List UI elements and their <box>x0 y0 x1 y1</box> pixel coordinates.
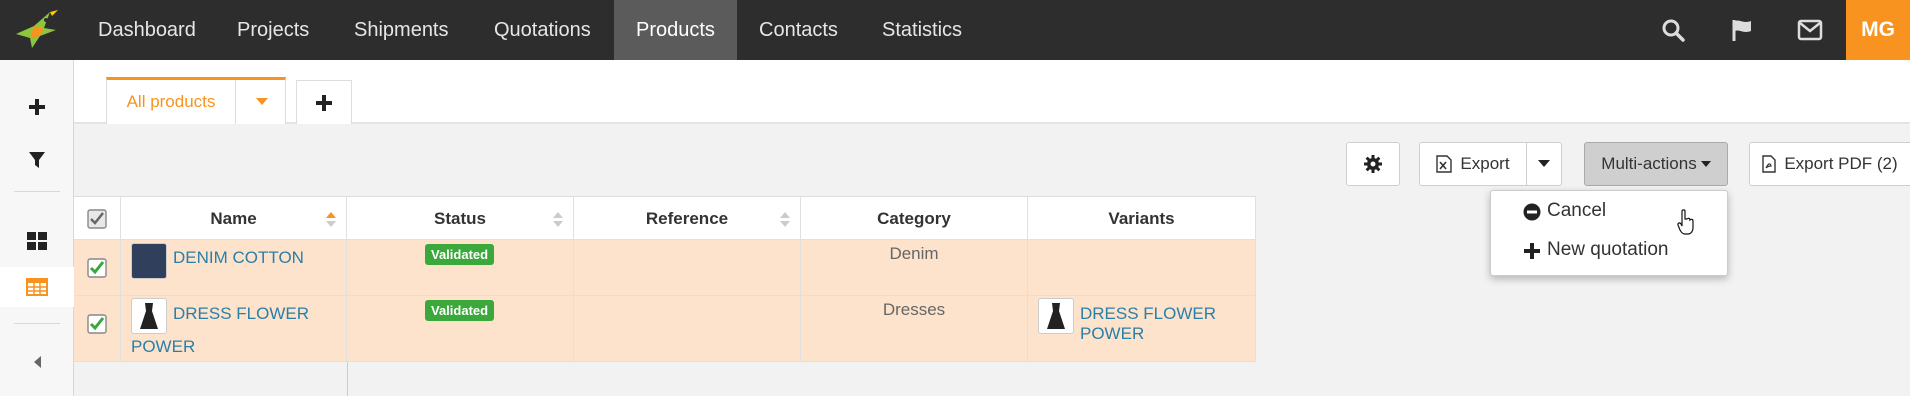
variant-link[interactable]: DRESS FLOWER POWER <box>1080 304 1255 344</box>
select-all-checkbox[interactable] <box>87 209 107 229</box>
sort-ascending-icon[interactable] <box>326 210 336 228</box>
name-cell: DRESS FLOWER POWER <box>121 296 347 361</box>
table-header: Name Status Reference Category Variants <box>74 196 1256 240</box>
multi-actions-menu: Cancel New quotation <box>1490 190 1728 276</box>
export-button[interactable]: Export <box>1419 142 1527 186</box>
excel-file-icon <box>1436 155 1453 173</box>
export-pdf-button[interactable]: Export PDF (2) <box>1749 142 1910 186</box>
nav-products[interactable]: Products <box>614 0 737 60</box>
left-sidebar <box>0 60 74 396</box>
export-label: Export <box>1460 154 1510 173</box>
chevron-down-icon <box>1538 160 1550 167</box>
col-variants[interactable]: Variants <box>1028 197 1256 239</box>
variants-cell: DRESS FLOWER POWER <box>1028 296 1256 361</box>
reference-cell <box>574 240 801 295</box>
category-cell: Dresses <box>801 296 1028 361</box>
export-options-button[interactable] <box>1526 142 1562 186</box>
sidebar-divider <box>14 191 60 192</box>
menu-item-new-quotation-label: New quotation <box>1547 239 1669 260</box>
variants-cell <box>1028 240 1256 295</box>
envelope-icon[interactable] <box>1794 14 1826 46</box>
product-name-link[interactable]: DRESS FLOWER <box>173 304 309 324</box>
user-avatar[interactable]: MG <box>1846 0 1910 60</box>
col-reference[interactable]: Reference <box>574 197 801 239</box>
top-navbar: Dashboard Projects Shipments Quotations … <box>0 0 1910 60</box>
tab-all-products-label[interactable]: All products <box>107 80 235 124</box>
nav-shipments[interactable]: Shipments <box>332 0 471 60</box>
row-select-cell <box>74 296 121 361</box>
collapse-left-icon[interactable] <box>0 342 74 382</box>
hand-pointer-cursor-icon <box>1677 209 1694 235</box>
nav-statistics[interactable]: Statistics <box>860 0 984 60</box>
nav-contacts[interactable]: Contacts <box>737 0 860 60</box>
col-category-label: Category <box>877 209 951 228</box>
status-cell: Validated <box>347 240 574 295</box>
sidebar-divider <box>14 323 60 324</box>
gear-icon <box>1364 155 1382 173</box>
chevron-down-icon <box>1700 160 1711 167</box>
sort-icon[interactable] <box>553 210 563 228</box>
status-badge: Validated <box>425 300 495 321</box>
pdf-file-icon <box>1762 155 1777 173</box>
table-row[interactable]: DENIM COTTON Validated Denim <box>74 240 1256 296</box>
col-reference-label: Reference <box>645 209 729 228</box>
col-name-label: Name <box>210 209 257 228</box>
product-thumbnail[interactable] <box>131 243 167 279</box>
col-variants-label: Variants <box>1108 209 1175 228</box>
product-thumbnail[interactable] <box>131 298 167 334</box>
row-checkbox[interactable] <box>87 258 107 278</box>
sort-icon[interactable] <box>780 210 790 228</box>
col-name[interactable]: Name <box>121 197 347 239</box>
table-row[interactable]: DRESS FLOWER POWER Validated Dresses DRE… <box>74 296 1256 362</box>
menu-item-new-quotation[interactable]: New quotation <box>1491 232 1727 270</box>
nav-dashboard[interactable]: Dashboard <box>76 0 218 60</box>
plus-icon <box>316 94 332 111</box>
grid-view-icon[interactable] <box>0 221 74 261</box>
export-pdf-label: Export PDF (2) <box>1784 154 1898 173</box>
multi-actions-button[interactable]: Multi-actions <box>1584 142 1728 186</box>
column-resize-line <box>347 362 348 396</box>
row-checkbox[interactable] <box>87 314 107 334</box>
row-select-cell <box>74 240 121 295</box>
reference-cell <box>574 296 801 361</box>
search-icon[interactable] <box>1657 14 1689 46</box>
category-value: Dresses <box>882 300 946 319</box>
plus-icon[interactable] <box>0 87 74 127</box>
col-status-label: Status <box>434 209 486 228</box>
variant-thumbnail[interactable] <box>1038 298 1074 334</box>
category-cell: Denim <box>801 240 1028 295</box>
settings-button[interactable] <box>1346 142 1400 186</box>
dress-icon <box>140 303 158 329</box>
product-name-link[interactable]: DENIM COTTON <box>173 248 304 268</box>
nav-projects[interactable]: Projects <box>215 0 331 60</box>
dress-icon <box>1047 303 1065 329</box>
select-all-cell <box>74 197 121 239</box>
menu-item-cancel-label: Cancel <box>1547 200 1607 221</box>
table-view-icon[interactable] <box>0 267 74 307</box>
col-status[interactable]: Status <box>347 197 574 239</box>
app-logo[interactable] <box>10 8 60 52</box>
minus-circle-icon <box>1523 203 1541 221</box>
multi-actions-label: Multi-actions <box>1601 154 1697 173</box>
category-value: Denim <box>889 244 939 263</box>
name-cell: DENIM COTTON <box>121 240 347 295</box>
view-tabs: All products <box>74 60 1910 124</box>
status-cell: Validated <box>347 296 574 361</box>
status-badge: Validated <box>425 244 495 265</box>
nav-quotations[interactable]: Quotations <box>472 0 613 60</box>
plus-icon <box>1524 243 1540 259</box>
col-category[interactable]: Category <box>801 197 1028 239</box>
flag-icon[interactable] <box>1726 14 1758 46</box>
add-tab-button[interactable] <box>296 80 352 124</box>
filter-icon[interactable] <box>0 140 74 180</box>
tab-all-products[interactable]: All products <box>106 77 286 124</box>
product-name-link-continued[interactable]: POWER <box>131 337 195 357</box>
chevron-down-icon[interactable] <box>235 80 287 124</box>
